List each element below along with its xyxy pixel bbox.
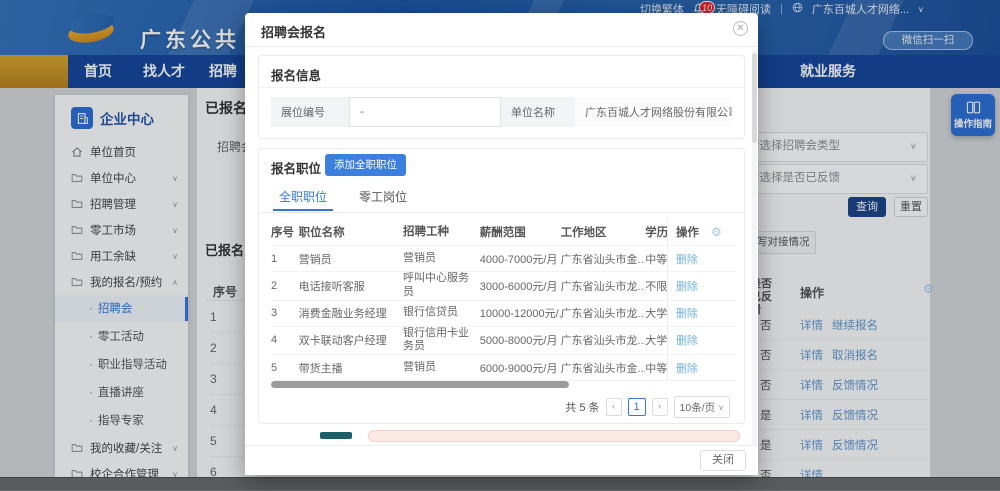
col-type: 招聘工种 (402, 225, 449, 238)
company-name-label: 单位名称 (501, 97, 575, 127)
delete-link[interactable]: 删除 (676, 305, 698, 321)
pagination-total: 共 5 条 (565, 402, 600, 414)
cell-salary: 6000-9000元/月 (479, 362, 558, 375)
modal-close-button[interactable]: 关闭 (700, 450, 746, 471)
delete-link[interactable]: 删除 (676, 332, 698, 348)
cell-seq: 5 (271, 361, 278, 374)
delete-link[interactable]: 删除 (676, 251, 698, 267)
col-seq: 序号 (271, 227, 294, 239)
cell-edu: 中等 (645, 253, 667, 266)
cell-action: 删除 (666, 300, 737, 326)
position-table-row: 3 消费金融业务经理 银行信贷员 10000-12000元/... 广东省汕头市龙...… (271, 300, 737, 327)
cell-salary: 10000-12000元/... (479, 308, 561, 320)
modal-scrollbar-thumb[interactable] (752, 53, 757, 143)
delete-link[interactable]: 删除 (676, 278, 698, 294)
cell-type: 营销员 (402, 251, 436, 264)
add-fulltime-position-button[interactable]: 添加全职职位 (325, 154, 406, 176)
cell-seq: 3 (271, 307, 278, 319)
cell-seq: 2 (271, 279, 278, 292)
cell-name: 电话接听客服 (298, 280, 365, 293)
position-table-row: 5 带货主播 营销员 6000-9000元/月 广东省汕头市金... 中等 删除 (271, 355, 737, 381)
cell-action: 删除 (666, 246, 737, 271)
column-settings-gear-icon[interactable]: ⚙ (711, 225, 722, 239)
col-area: 工作地区 (560, 227, 607, 239)
modal-footer: 关闭 (245, 445, 758, 475)
cell-type: 营销员 (402, 360, 436, 373)
cell-action: 删除 (666, 355, 737, 380)
cell-name: 营销员 (298, 253, 332, 266)
modal-title: 招聘会报名 (261, 25, 327, 40)
info-form-row: 展位编号 - 单位名称 广东百城人才网络股份有限公司 (271, 97, 732, 127)
cell-action: 删除 (666, 272, 737, 300)
cell-salary: 3000-6000元/月 (479, 280, 558, 293)
cell-seq: 1 (271, 252, 278, 265)
cell-type: 银行信用卡业务员 (402, 326, 469, 353)
cell-action: 删除 (666, 326, 737, 354)
position-table-header: 序号职位名称 招聘工种 薪酬范围 工作地区 学历要求操作⚙ (271, 219, 737, 246)
info-section-title: 报名信息 (271, 69, 322, 83)
page-size-label: 10条/页 (679, 401, 716, 414)
cell-edu: 不限 (645, 280, 667, 293)
position-table: 序号职位名称招聘工种薪酬范围工作地区学历要求操作⚙1营销员营销员4000-700… (271, 219, 737, 381)
cell-area: 广东省汕头市龙... (560, 308, 646, 320)
cell-edu: 中等 (645, 362, 667, 375)
col-edu: 学历要求 (645, 227, 667, 239)
position-tabs: 全职职位 零工岗位 (259, 185, 744, 213)
horizontal-scrollbar[interactable] (271, 381, 569, 388)
col-salary: 薪酬范围 (479, 227, 526, 239)
cell-type: 银行信贷员 (402, 306, 458, 319)
cell-edu: 大学 (645, 335, 667, 348)
booth-number-field[interactable]: - (349, 97, 501, 127)
cell-seq: 4 (271, 334, 278, 347)
delete-link[interactable]: 删除 (676, 360, 698, 376)
cell-edu: 大学 (645, 308, 667, 320)
cell-salary: 4000-7000元/月 (479, 253, 558, 266)
tab-gig[interactable]: 零工岗位 (359, 188, 407, 205)
position-section-title: 报名职位 (271, 162, 322, 176)
cell-area: 广东省汕头市金... (560, 253, 646, 266)
page-size-select[interactable]: 10条/页 ∨ (673, 396, 730, 418)
current-page-button[interactable]: 1 (627, 398, 646, 416)
partial-alert-bar (368, 430, 740, 442)
prev-page-button[interactable]: ‹ (605, 398, 622, 416)
col-action: 操作 ⚙ (666, 219, 737, 245)
position-table-row: 1 营销员 营销员 4000-7000元/月 广东省汕头市金... 中等 删除 (271, 246, 737, 272)
cell-salary: 5000-8000元/月 (479, 335, 558, 348)
cell-type: 呼叫中心服务员 (402, 272, 469, 298)
modal-header: 招聘会报名 ✕ (245, 13, 758, 47)
cell-name: 消费金融业务经理 (298, 308, 387, 320)
col-name: 职位名称 (298, 227, 345, 239)
company-name-value: 广东百城人才网络股份有限公司 (575, 97, 732, 127)
tab-fulltime[interactable]: 全职职位 (272, 188, 334, 211)
position-table-row: 4 双卡联动客户经理 银行信用卡业务员 5000-8000元/月 广东省汕头市龙... 大… (271, 326, 737, 355)
cell-name: 带货主播 (298, 362, 343, 375)
signup-position-section: 报名职位 添加全职职位 全职职位 零工岗位 序号 职位名称 招聘工种 薪酬范围 工作地区… (258, 148, 745, 424)
next-page-button[interactable]: › (651, 398, 668, 416)
position-table-row: 2 电话接听客服 呼叫中心服务员 3000-6000元/月 广东省汕头市龙... 不限 删除 (271, 272, 737, 301)
chevron-down-icon: ∨ (718, 402, 724, 412)
jobfair-signup-modal: 招聘会报名 ✕ 报名信息 展位编号 - 单位名称 广东百城人才网络股份有限公司 … (245, 13, 758, 475)
booth-number-label: 展位编号 (271, 97, 349, 127)
cell-area: 广东省汕头市龙... (560, 280, 646, 293)
modal-close-icon[interactable]: ✕ (733, 21, 748, 36)
cell-name: 双卡联动客户经理 (298, 335, 387, 348)
pagination: 共 5 条 ‹ 1 › 10条/页 ∨ (565, 396, 730, 418)
partial-hidden-button[interactable] (320, 432, 352, 439)
cell-area: 广东省汕头市金... (560, 362, 646, 375)
signup-info-section: 报名信息 展位编号 - 单位名称 广东百城人才网络股份有限公司 (258, 55, 745, 139)
cell-area: 广东省汕头市龙... (560, 335, 646, 348)
